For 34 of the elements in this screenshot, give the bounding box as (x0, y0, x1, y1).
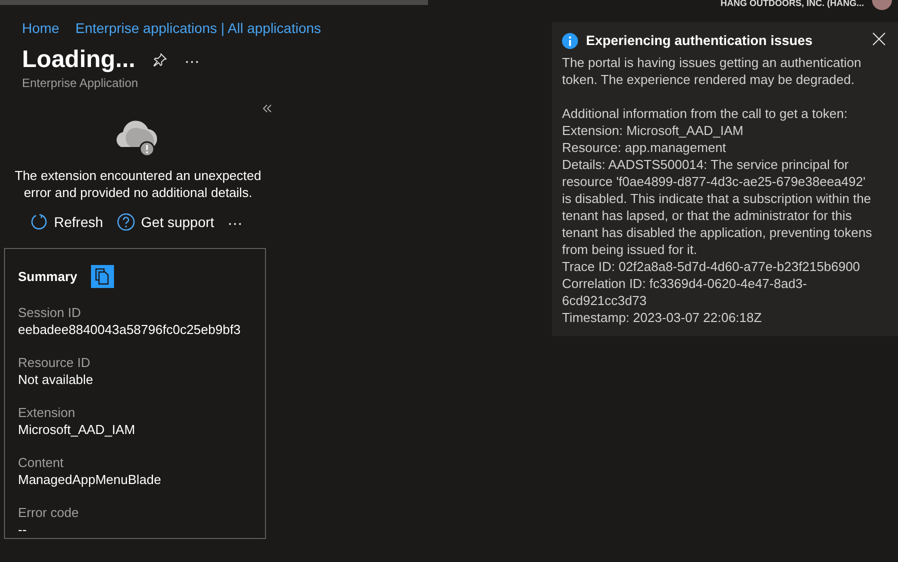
notification-title: Experiencing authentication issues (586, 32, 813, 49)
support-button[interactable]: Get support (117, 213, 214, 231)
detail-line: Additional information from the call to get a token: (562, 105, 848, 122)
notification-text: The portal is having issues getting an authentication token. The experience rendered may be degraded. (562, 54, 862, 88)
ellipsis-icon (228, 222, 242, 226)
field-label: Content (18, 454, 65, 471)
breadcrumb-link[interactable]: Home (22, 20, 60, 36)
page-title: Loading... (22, 46, 136, 74)
field-value: eebadee8840043a58796fc0c25eb9bf3 (18, 321, 242, 338)
detail-line: Correlation ID: fc3369d4-0620-4e47-8ad3-6cd921cc3d73 (562, 275, 808, 309)
ellipsis-icon (185, 60, 200, 64)
breadcrumb-link[interactable]: Enterprise applications | All applications (75, 20, 322, 36)
field-label: Extension (18, 404, 76, 421)
field-value: -- (18, 521, 28, 538)
page-subtitle: Enterprise Application (22, 76, 140, 90)
help-icon (117, 213, 136, 231)
info-icon (562, 32, 578, 48)
field-value: Microsoft_AAD_IAM (18, 421, 136, 438)
refresh-icon (30, 213, 48, 231)
detail-line: Details: AADSTS500014: The service principal for resource 'f0ae4899-d877-4d3c-ae25-679e38eea492' is disabled. This indicate that a subscription within the tenant has lapsed, or that the administrator for this tenant has disabled the application, preventing tokens from being issued for it. (562, 156, 874, 258)
error-message: The extension encountered an unexpected error and provided no additional details. (14, 167, 262, 201)
copy-button[interactable] (91, 265, 114, 288)
refresh-button[interactable]: Refresh (30, 213, 104, 231)
field-value: Not available (18, 371, 94, 388)
detail-line: Resource: app.management (562, 139, 728, 156)
pin-icon[interactable] (153, 53, 168, 67)
detail-line: Extension: Microsoft_AAD_IAM (562, 122, 744, 139)
field-value: ManagedAppMenuBlade (18, 471, 162, 488)
field-label: Session ID (18, 304, 82, 321)
field-label: Resource ID (18, 354, 92, 371)
field-label: Error code (18, 504, 80, 521)
summary-title: Summary (18, 269, 78, 284)
detail-line: Trace ID: 02f2a8a8-5d7d-4d60-a77e-b23f215b6900 (562, 258, 862, 275)
detail-line: Timestamp: 2023-03-07 22:06:18Z (562, 309, 763, 326)
